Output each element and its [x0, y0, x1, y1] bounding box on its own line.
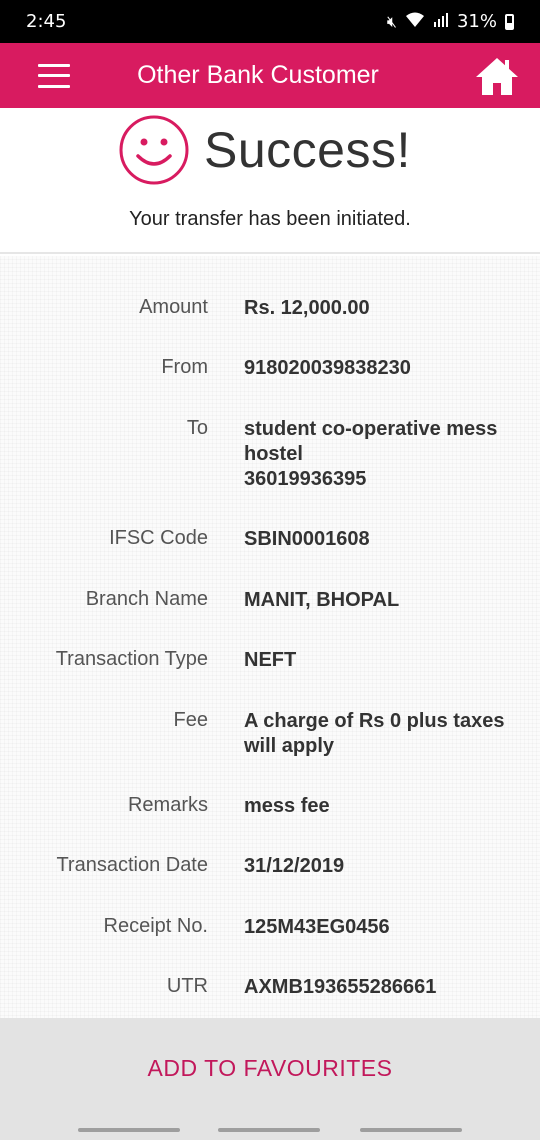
battery-icon [505, 13, 514, 30]
status-icons: 🔇︎ 31% [387, 11, 514, 32]
remarks-value: mess fee [244, 795, 330, 817]
receipt-value: 125M43EG0456 [244, 916, 390, 938]
wifi-icon [405, 12, 425, 32]
detail-row-receipt: Receipt No. 125M43EG0456 [0, 915, 540, 940]
type-label: Transaction Type [55, 648, 208, 670]
fee-value: A charge of Rs 0 plus taxes will apply [244, 709, 514, 759]
nav-pill-center[interactable] [218, 1128, 320, 1132]
detail-row-remarks: Remarks mess fee [0, 794, 540, 819]
branch-value: MANIT, BHOPAL [244, 589, 400, 611]
success-title: Success! [204, 122, 411, 178]
utr-value: AXMB193655286661 [244, 976, 437, 998]
type-value: NEFT [244, 649, 297, 671]
transfer-details: Amount Rs. 12,000.00 From 91802003983823… [0, 256, 540, 1018]
app-bar: Other Bank Customer [0, 43, 540, 108]
branch-label: Branch Name [85, 588, 208, 610]
detail-row-fee: Fee A charge of Rs 0 plus taxes will app… [0, 709, 540, 759]
detail-row-utr: UTR AXMB193655286661 [0, 975, 540, 1000]
remarks-label: Remarks [127, 794, 208, 816]
page-title: Other Bank Customer [137, 61, 379, 89]
from-value: 918020039838230 [244, 357, 411, 379]
receipt-label: Receipt No. [103, 915, 209, 937]
detail-row-to: To student co-operative mess hostel 3601… [0, 417, 540, 492]
date-label: Transaction Date [56, 854, 208, 876]
signal-icon [433, 12, 449, 32]
from-label: From [161, 356, 208, 378]
mute-icon: 🔇︎ [386, 11, 397, 31]
to-name-line1: student co-operative mess [244, 418, 498, 440]
home-icon[interactable] [474, 55, 520, 97]
to-name-line2: hostel [244, 443, 303, 465]
status-bar: 2:45 🔇︎ 31% [0, 0, 540, 43]
to-value: student co-operative mess hostel 3601993… [244, 417, 514, 492]
battery-percent: 31% [456, 11, 497, 32]
to-account: 36019936395 [244, 468, 367, 490]
to-label: To [186, 417, 208, 439]
fee-line2: will apply [244, 735, 335, 757]
fee-line1: A charge of Rs 0 plus taxes [244, 710, 505, 732]
menu-icon[interactable] [38, 63, 70, 88]
add-to-favourites-button[interactable]: ADD TO FAVOURITES [0, 1018, 540, 1118]
amount-label: Amount [139, 296, 208, 318]
nav-pill-right[interactable] [360, 1128, 462, 1132]
nav-pill-left[interactable] [78, 1128, 180, 1132]
fee-label: Fee [173, 709, 208, 731]
detail-row-ifsc: IFSC Code SBIN0001608 [0, 527, 540, 552]
detail-row-branch: Branch Name MANIT, BHOPAL [0, 588, 540, 613]
success-section: Success! Your transfer has been initiate… [0, 108, 540, 254]
success-message: Your transfer has been initiated. [129, 208, 411, 230]
ifsc-label: IFSC Code [109, 527, 208, 549]
date-value: 31/12/2019 [244, 855, 345, 877]
amount-value: Rs. 12,000.00 [244, 297, 370, 319]
detail-row-type: Transaction Type NEFT [0, 648, 540, 673]
utr-label: UTR [166, 975, 208, 997]
status-time: 2:45 [26, 11, 67, 32]
smiley-icon [119, 115, 189, 185]
detail-row-amount: Amount Rs. 12,000.00 [0, 296, 540, 321]
detail-row-date: Transaction Date 31/12/2019 [0, 854, 540, 879]
ifsc-value: SBIN0001608 [244, 528, 370, 550]
detail-row-from: From 918020039838230 [0, 356, 540, 381]
gesture-nav-bar [0, 1118, 540, 1140]
